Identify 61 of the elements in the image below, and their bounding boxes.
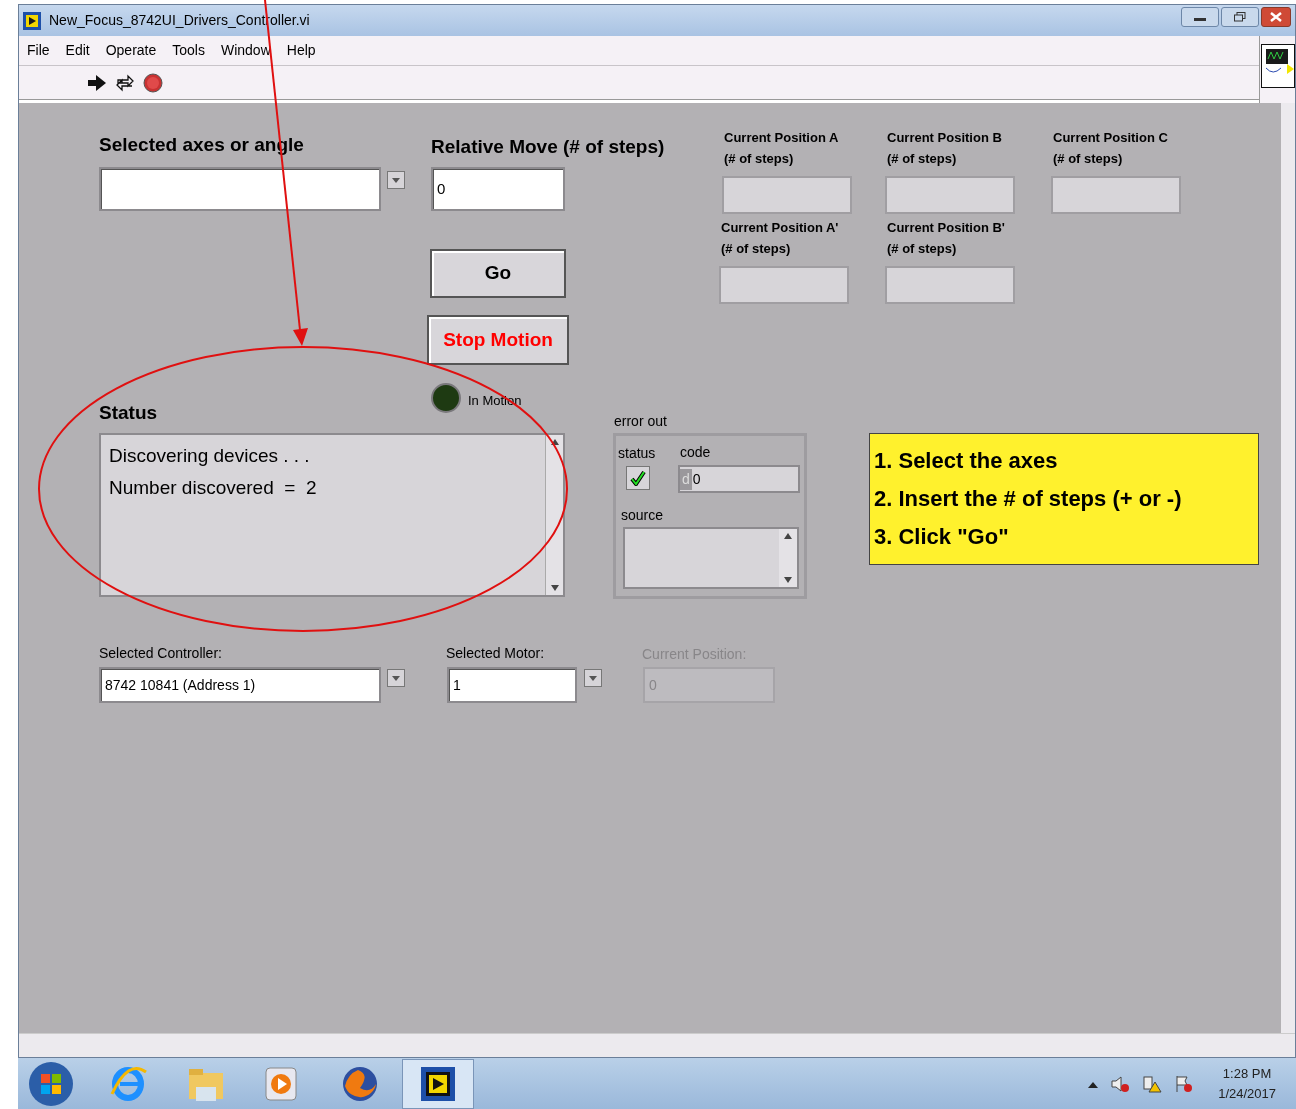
code-value: 0: [691, 469, 701, 489]
field-label: Selected Controller:: [99, 644, 222, 663]
indicator-label: Current Position A (# of steps): [724, 129, 839, 168]
go-button[interactable]: Go: [430, 249, 566, 298]
horizontal-scrollbar[interactable]: [19, 1033, 1295, 1057]
motor-dropdown[interactable]: 1: [447, 667, 577, 703]
axes-dropdown[interactable]: [99, 167, 381, 211]
menu-item[interactable]: Window: [220, 40, 271, 61]
field-label: code: [680, 443, 711, 462]
controller-dropdown[interactable]: 8742 10841 (Address 1): [99, 667, 381, 703]
field-label: source: [621, 506, 664, 525]
field-label: Selected Motor:: [446, 644, 545, 663]
scroll-down-icon[interactable]: [550, 585, 559, 591]
network-warning-icon[interactable]: [1142, 1073, 1163, 1094]
indicator-label: Current Position B' (# of steps): [887, 219, 1005, 258]
close-icon: [1270, 12, 1282, 22]
restore-icon: [1234, 12, 1246, 22]
cluster-label: error out: [614, 412, 667, 431]
field-value: 1: [453, 675, 461, 695]
speaker-muted-icon[interactable]: [1110, 1073, 1131, 1094]
field-label: Relative Move (# of steps): [431, 135, 665, 159]
status-line: Discovering devices . . .: [109, 444, 311, 468]
vertical-scrollbar[interactable]: [1281, 103, 1295, 1033]
clock-date: 1/24/2017: [1218, 1084, 1276, 1103]
menu-item[interactable]: Edit: [65, 40, 90, 61]
scrollbar[interactable]: [545, 435, 563, 595]
menu-item[interactable]: Help: [286, 40, 316, 61]
steps-field[interactable]: 0: [431, 167, 565, 211]
field-value: 0: [437, 178, 446, 199]
labview-icon: [421, 1066, 455, 1101]
media-player-icon[interactable]: [264, 1065, 298, 1102]
instruction-line: 2. Insert the # of steps (+ or -): [874, 485, 1183, 513]
labview-icon: [23, 11, 41, 30]
vi-icon: [1260, 44, 1295, 88]
indicator-label: Current Position A' (# of steps): [721, 219, 839, 258]
run-continuously-icon[interactable]: [115, 73, 135, 92]
restore-button[interactable]: [1221, 7, 1259, 27]
field-value: 8742 10841 (Address 1): [105, 675, 256, 695]
status-line: Number discovered = 2: [109, 476, 318, 500]
indicator-label: Current Position B (# of steps): [887, 129, 1002, 168]
taskbar-item[interactable]: [402, 1058, 474, 1109]
start-button-icon[interactable]: [28, 1060, 74, 1107]
minimize-button[interactable]: [1181, 7, 1219, 27]
scrollbar[interactable]: [779, 529, 797, 587]
radix-label: d: [680, 468, 692, 490]
clock-time: 1:28 PM: [1222, 1065, 1272, 1083]
instruction-line: 3. Click "Go": [874, 523, 1010, 551]
menu-item[interactable]: Tools: [172, 40, 205, 61]
scroll-down-icon[interactable]: [784, 577, 792, 583]
scroll-up-icon[interactable]: [784, 533, 792, 539]
field-label: status: [618, 444, 656, 463]
indicator-label: Current Position C (# of steps): [1053, 129, 1168, 168]
stop-icon[interactable]: [143, 72, 163, 93]
status-label: Status: [99, 401, 158, 425]
scroll-up-icon[interactable]: [550, 439, 559, 445]
menu-item[interactable]: Operate: [105, 40, 157, 61]
menu-item[interactable]: File: [27, 40, 50, 61]
instruction-line: 1. Select the axes: [874, 447, 1059, 475]
run-arrow-icon[interactable]: [87, 73, 107, 92]
close-button[interactable]: [1261, 7, 1291, 27]
flag-error-icon[interactable]: [1174, 1073, 1195, 1094]
